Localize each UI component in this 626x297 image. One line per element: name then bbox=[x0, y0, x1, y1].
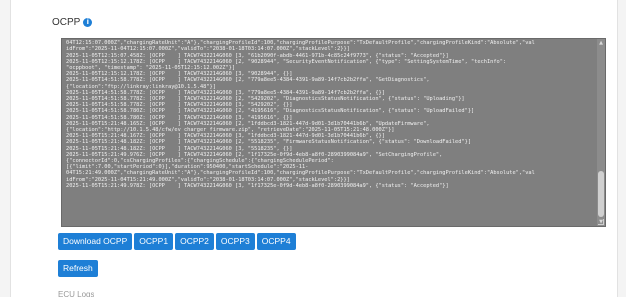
ocpp-heading: OCPP i bbox=[52, 17, 93, 28]
ocpp1-button[interactable]: OCPP1 bbox=[134, 233, 174, 250]
ocpp-log-textarea[interactable]: {"limit":7.00,"startPeriod":0}],"duratio… bbox=[61, 38, 606, 227]
scrollbar-thumb[interactable] bbox=[598, 171, 604, 217]
log-line: 2025-11-05T15:21:49.978Z: [OCPP ] TACW74… bbox=[66, 182, 449, 189]
section-title: OCPP bbox=[52, 17, 81, 28]
resize-handle-icon[interactable] bbox=[598, 219, 604, 225]
ocpp-button-row: Download OCPP OCPP1 OCPP2 OCPP3 OCPP4 bbox=[58, 233, 296, 250]
log-scrollbar[interactable]: ▲ ▼ bbox=[597, 39, 605, 226]
ocpp4-button[interactable]: OCPP4 bbox=[256, 233, 296, 250]
ocpp2-button[interactable]: OCPP2 bbox=[175, 233, 214, 250]
info-icon[interactable]: i bbox=[83, 18, 93, 27]
refresh-button[interactable]: Refresh bbox=[58, 260, 98, 277]
next-section-title: ECU Logs bbox=[58, 290, 95, 297]
log-content: {"limit":7.00,"startPeriod":0}],"duratio… bbox=[66, 39, 596, 189]
ocpp3-button[interactable]: OCPP3 bbox=[215, 233, 255, 250]
scroll-up-arrow-icon[interactable]: ▲ bbox=[597, 39, 605, 47]
log-line: 04T15:21:49.000Z","chargingRateUnit":"A"… bbox=[66, 170, 535, 177]
download-ocpp-button[interactable]: Download OCPP bbox=[58, 233, 133, 250]
